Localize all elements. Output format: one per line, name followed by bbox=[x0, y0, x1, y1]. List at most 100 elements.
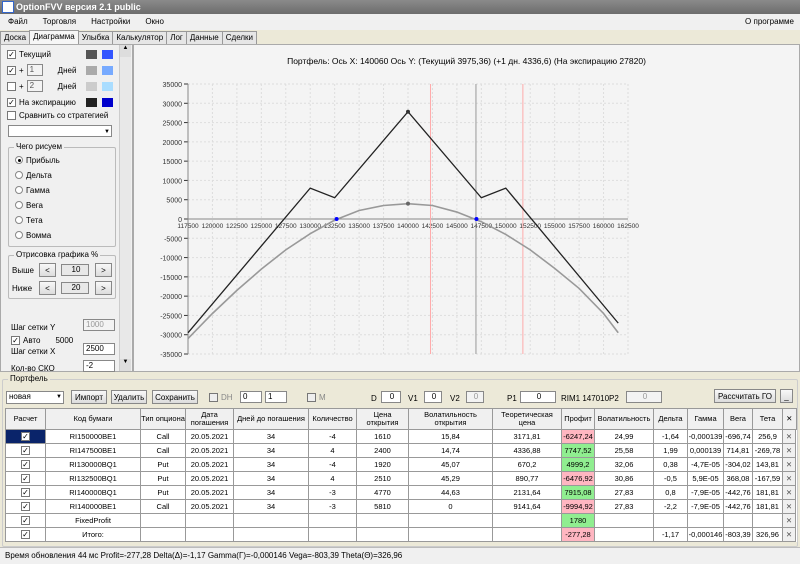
tab-3[interactable]: Калькулятор bbox=[112, 31, 168, 44]
scroll-down-icon[interactable]: ▼ bbox=[120, 359, 131, 371]
line-color-swatch[interactable] bbox=[86, 98, 97, 107]
column-header[interactable]: Расчет bbox=[5, 408, 46, 430]
series-checkbox[interactable]: ✓ bbox=[7, 97, 16, 107]
below-decrease-button[interactable]: < bbox=[39, 281, 56, 295]
calc-checkbox[interactable]: ✓ bbox=[21, 488, 30, 497]
left-panel-scrollbar[interactable]: ▲ ▼ bbox=[119, 45, 131, 371]
column-header[interactable]: Дельта bbox=[653, 408, 688, 430]
column-header[interactable]: Волатильность bbox=[594, 408, 654, 430]
series-checkbox[interactable] bbox=[7, 81, 16, 91]
v2-input[interactable]: 0 bbox=[466, 391, 484, 403]
remove-row-icon[interactable]: ✕ bbox=[782, 527, 796, 542]
column-header[interactable]: Код бумаги bbox=[45, 408, 141, 430]
radio-icon[interactable] bbox=[15, 231, 23, 239]
table-scrollbar[interactable] bbox=[795, 527, 796, 542]
below-value[interactable]: 20 bbox=[61, 282, 89, 294]
point-color-swatch[interactable] bbox=[102, 82, 113, 91]
portfolio-select[interactable]: новая ▼ bbox=[6, 391, 64, 404]
days-input[interactable]: 1 bbox=[26, 64, 43, 76]
point-color-swatch[interactable] bbox=[102, 66, 113, 75]
below-increase-button[interactable]: > bbox=[95, 281, 112, 295]
profit-chart[interactable]: 1175001200001225001250001275001300001325… bbox=[134, 45, 800, 373]
import-button[interactable]: Импорт bbox=[71, 390, 107, 404]
remove-row-icon[interactable]: ✕ bbox=[782, 499, 796, 514]
menu-settings[interactable]: Настройки bbox=[91, 17, 130, 26]
radio-icon[interactable] bbox=[15, 186, 23, 194]
auto-checkbox[interactable]: ✓ bbox=[11, 335, 20, 345]
dh-spin-1[interactable]: 0 bbox=[240, 391, 262, 403]
column-header[interactable]: Дата погашения bbox=[185, 408, 234, 430]
tab-2[interactable]: Улыбка bbox=[77, 31, 114, 44]
table-row[interactable]: ✓ RI147500BE1 Call 20.05.2021 34 4 2400 14,74 43… bbox=[5, 443, 796, 458]
radio-4[interactable]: Тета bbox=[15, 214, 43, 226]
column-header[interactable]: Волатильность открытия bbox=[408, 408, 493, 430]
column-header[interactable]: Гамма bbox=[687, 408, 724, 430]
table-scrollbar[interactable] bbox=[795, 471, 796, 486]
delete-button[interactable]: Удалить bbox=[111, 390, 147, 404]
radio-2[interactable]: Гамма bbox=[15, 184, 50, 196]
dh-checkbox[interactable] bbox=[209, 392, 218, 402]
remove-row-icon[interactable]: ✕ bbox=[782, 471, 796, 486]
table-row[interactable]: ✓ RI140000BQ1 Put 20.05.2021 34 -3 4770 44,63 21… bbox=[5, 485, 796, 500]
line-color-swatch[interactable] bbox=[86, 50, 97, 59]
radio-0[interactable]: Прибыль bbox=[15, 154, 60, 166]
table-row[interactable]: ✓ RI130000BQ1 Put 20.05.2021 34 -4 1920 45,07 67… bbox=[5, 457, 796, 472]
strategy-select[interactable]: ▼ bbox=[8, 125, 112, 137]
table-scrollbar[interactable] bbox=[795, 513, 796, 528]
column-header[interactable]: Количество bbox=[308, 408, 357, 430]
tab-4[interactable]: Лог bbox=[166, 31, 187, 44]
calc-go-button[interactable]: Рассчитать ГО bbox=[714, 389, 776, 403]
radio-icon[interactable] bbox=[15, 216, 23, 224]
series-checkbox[interactable]: ✓ bbox=[7, 49, 16, 59]
m-checkbox[interactable] bbox=[307, 392, 316, 402]
grid-x-input[interactable]: 2500 bbox=[83, 343, 115, 355]
calc-checkbox[interactable]: ✓ bbox=[21, 432, 30, 441]
days-input[interactable]: 2 bbox=[26, 80, 43, 92]
above-decrease-button[interactable]: < bbox=[39, 263, 56, 277]
column-header[interactable]: Цена открытия bbox=[356, 408, 409, 430]
tab-0[interactable]: Доска bbox=[0, 31, 31, 44]
p2-input[interactable]: 0 bbox=[626, 391, 662, 403]
tab-6[interactable]: Сделки bbox=[221, 31, 258, 44]
minimize-button[interactable]: _ bbox=[780, 389, 793, 403]
table-row[interactable]: ✓ RI132500BQ1 Put 20.05.2021 34 4 2510 45,29 890… bbox=[5, 471, 796, 486]
table-scrollbar[interactable] bbox=[795, 443, 796, 458]
table-row[interactable]: ✓ RI140000BE1 Call 20.05.2021 34 -3 5810 0 9141,… bbox=[5, 499, 796, 514]
point-color-swatch[interactable] bbox=[102, 50, 113, 59]
calc-checkbox[interactable]: ✓ bbox=[21, 460, 30, 469]
table-row[interactable]: ✓ Итого: -277,28 -1,17 -0,000146 -803,39 326,9… bbox=[5, 527, 796, 542]
column-header[interactable]: Дней до погашения bbox=[233, 408, 309, 430]
remove-row-icon[interactable]: ✕ bbox=[782, 485, 796, 500]
calc-checkbox[interactable]: ✓ bbox=[21, 516, 30, 525]
table-scrollbar[interactable] bbox=[795, 429, 796, 444]
menu-trading[interactable]: Торговля bbox=[43, 17, 76, 26]
series-checkbox[interactable]: ✓ bbox=[7, 65, 16, 75]
table-scrollbar[interactable] bbox=[795, 485, 796, 500]
radio-1[interactable]: Дельта bbox=[15, 169, 52, 181]
grid-y-input[interactable]: 1000 bbox=[83, 319, 115, 331]
table-row[interactable]: ✓ FixedProfit 1780 ✕ bbox=[5, 513, 796, 528]
menu-window[interactable]: Окно bbox=[145, 17, 164, 26]
column-header[interactable]: Вега bbox=[723, 408, 753, 430]
sko-input[interactable]: -2 bbox=[83, 360, 115, 372]
remove-row-icon[interactable]: ✕ bbox=[782, 443, 796, 458]
compare-checkbox[interactable] bbox=[7, 110, 16, 120]
remove-row-icon[interactable]: ✕ bbox=[782, 429, 796, 444]
tab-5[interactable]: Данные bbox=[185, 31, 223, 44]
column-header[interactable]: Профит bbox=[561, 408, 595, 430]
remove-row-icon[interactable]: ✕ bbox=[782, 513, 796, 528]
line-color-swatch[interactable] bbox=[86, 66, 97, 75]
radio-icon[interactable] bbox=[15, 201, 23, 209]
table-scrollbar[interactable] bbox=[795, 457, 796, 472]
line-color-swatch[interactable] bbox=[86, 82, 97, 91]
save-button[interactable]: Сохранить bbox=[152, 390, 198, 404]
v1-input[interactable]: 0 bbox=[424, 391, 442, 403]
scroll-up-icon[interactable]: ▲ bbox=[120, 45, 131, 57]
above-value[interactable]: 10 bbox=[61, 264, 89, 276]
calc-checkbox[interactable]: ✓ bbox=[21, 446, 30, 455]
d-input[interactable]: 0 bbox=[381, 391, 401, 403]
tab-1[interactable]: Диаграмма bbox=[29, 30, 79, 44]
table-row[interactable]: ✓ RI150000BE1 Call 20.05.2021 34 -4 1610 15,84 3… bbox=[5, 429, 796, 444]
column-header[interactable]: Теоретическая цена bbox=[492, 408, 562, 430]
column-header[interactable]: Тета bbox=[752, 408, 783, 430]
